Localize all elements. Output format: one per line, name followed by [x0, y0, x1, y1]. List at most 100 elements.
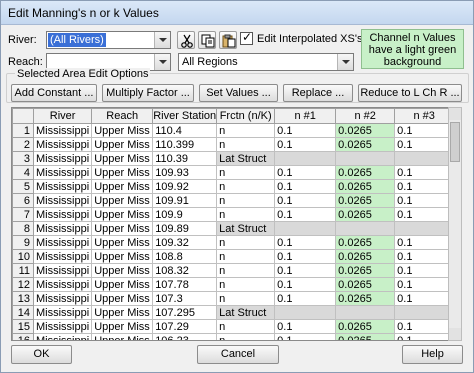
river-station-cell[interactable]: 110.399: [152, 137, 218, 152]
frctn-cell[interactable]: n: [216, 193, 276, 208]
row-number[interactable]: 7: [12, 207, 34, 222]
cut-button[interactable]: [177, 31, 195, 49]
river-station-cell[interactable]: 107.295: [152, 305, 218, 320]
row-number[interactable]: 15: [12, 319, 34, 334]
river-cell[interactable]: Mississippi: [32, 235, 93, 250]
scroll-thumb[interactable]: [450, 122, 460, 162]
n3-cell[interactable]: 0.1: [394, 249, 455, 264]
row-number[interactable]: 16: [12, 333, 34, 340]
row-number[interactable]: 2: [12, 137, 34, 152]
n1-cell[interactable]: 0.1: [274, 291, 337, 306]
set-values-button[interactable]: Set Values ...: [199, 84, 278, 102]
river-cell[interactable]: Mississippi: [32, 221, 93, 236]
n3-cell[interactable]: [394, 151, 455, 166]
river-cell[interactable]: Mississippi: [32, 333, 93, 340]
table-row[interactable]: 14 Mississippi Upper Miss 107.295 Lat Struct: [12, 305, 455, 320]
n1-cell[interactable]: 0.1: [274, 249, 337, 264]
n3-cell[interactable]: 0.1: [394, 319, 455, 334]
n1-cell[interactable]: [274, 151, 337, 166]
table-row[interactable]: 12 Mississippi Upper Miss 107.78 n 0.1 0.0265 0…: [12, 277, 455, 292]
river-cell[interactable]: Mississippi: [32, 179, 93, 194]
table-row[interactable]: 8 Mississippi Upper Miss 109.89 Lat Struct: [12, 221, 455, 236]
frctn-cell[interactable]: n: [216, 249, 276, 264]
row-number[interactable]: 12: [12, 277, 34, 292]
n3-cell[interactable]: 0.1: [394, 207, 455, 222]
column-header-n2[interactable]: n #2: [335, 108, 396, 124]
row-number[interactable]: 9: [12, 235, 34, 250]
river-station-cell[interactable]: 109.93: [152, 165, 218, 180]
copy-button[interactable]: [198, 31, 216, 49]
reach-cell[interactable]: Upper Miss: [91, 193, 154, 208]
multiply-factor-button[interactable]: Multiply Factor ...: [102, 84, 194, 102]
n1-cell[interactable]: 0.1: [274, 277, 337, 292]
chevron-down-icon[interactable]: [154, 54, 170, 70]
river-cell[interactable]: Mississippi: [32, 305, 93, 320]
n2-cell[interactable]: 0.0265: [335, 277, 396, 292]
table-row[interactable]: 7 Mississippi Upper Miss 109.9 n 0.1 0.0265 0.1: [12, 207, 455, 222]
reach-cell[interactable]: Upper Miss: [91, 305, 154, 320]
river-cell[interactable]: Mississippi: [32, 249, 93, 264]
chevron-down-icon[interactable]: [154, 32, 170, 48]
frctn-cell[interactable]: Lat Struct: [216, 221, 276, 236]
river-cell[interactable]: Mississippi: [32, 123, 93, 138]
n3-cell[interactable]: 0.1: [394, 165, 455, 180]
row-number[interactable]: 3: [12, 151, 34, 166]
cancel-button[interactable]: Cancel: [197, 345, 279, 364]
river-station-cell[interactable]: 108.8: [152, 249, 218, 264]
frctn-cell[interactable]: n: [216, 123, 276, 138]
n1-cell[interactable]: 0.1: [274, 207, 337, 222]
n2-cell[interactable]: 0.0265: [335, 249, 396, 264]
frctn-cell[interactable]: n: [216, 263, 276, 278]
scroll-up-arrow[interactable]: [449, 108, 461, 120]
n2-cell[interactable]: 0.0265: [335, 333, 396, 340]
river-cell[interactable]: Mississippi: [32, 193, 93, 208]
row-number[interactable]: 4: [12, 165, 34, 180]
paste-button[interactable]: [219, 31, 237, 49]
n3-cell[interactable]: [394, 221, 455, 236]
n2-cell[interactable]: 0.0265: [335, 165, 396, 180]
n2-cell[interactable]: 0.0265: [335, 123, 396, 138]
reach-cell[interactable]: Upper Miss: [91, 319, 154, 334]
frctn-cell[interactable]: Lat Struct: [216, 305, 276, 320]
table-row[interactable]: 2 Mississippi Upper Miss 110.399 n 0.1 0.0265 0…: [12, 137, 455, 152]
reach-cell[interactable]: Upper Miss: [91, 137, 154, 152]
river-station-cell[interactable]: 109.91: [152, 193, 218, 208]
ok-button[interactable]: OK: [11, 345, 72, 364]
n2-cell[interactable]: 0.0265: [335, 319, 396, 334]
n2-cell[interactable]: [335, 305, 396, 320]
row-number[interactable]: 5: [12, 179, 34, 194]
river-station-cell[interactable]: 107.3: [152, 291, 218, 306]
row-number[interactable]: 11: [12, 263, 34, 278]
row-number[interactable]: 8: [12, 221, 34, 236]
table-row[interactable]: 3 Mississippi Upper Miss 110.39 Lat Struct: [12, 151, 455, 166]
n1-cell[interactable]: 0.1: [274, 263, 337, 278]
n3-cell[interactable]: 0.1: [394, 179, 455, 194]
frctn-cell[interactable]: n: [216, 207, 276, 222]
table-row[interactable]: 9 Mississippi Upper Miss 109.32 n 0.1 0.0265 0.…: [12, 235, 455, 250]
n1-cell[interactable]: 0.1: [274, 165, 337, 180]
frctn-cell[interactable]: n: [216, 165, 276, 180]
region-select[interactable]: All Regions: [178, 53, 354, 71]
river-station-cell[interactable]: 109.9: [152, 207, 218, 222]
column-header-n1[interactable]: n #1: [274, 108, 337, 124]
river-cell[interactable]: Mississippi: [32, 137, 93, 152]
column-header-reach[interactable]: Reach: [91, 108, 154, 124]
reach-cell[interactable]: Upper Miss: [91, 207, 154, 222]
vertical-scrollbar[interactable]: [448, 107, 462, 341]
edit-interpolated-label[interactable]: Edit Interpolated XS's: [257, 33, 362, 45]
reach-cell[interactable]: Upper Miss: [91, 165, 154, 180]
reach-cell[interactable]: Upper Miss: [91, 123, 154, 138]
n3-cell[interactable]: 0.1: [394, 235, 455, 250]
frctn-cell[interactable]: n: [216, 137, 276, 152]
river-cell[interactable]: Mississippi: [32, 165, 93, 180]
river-station-cell[interactable]: 110.4: [152, 123, 218, 138]
n3-cell[interactable]: 0.1: [394, 137, 455, 152]
row-number[interactable]: 6: [12, 193, 34, 208]
table-row[interactable]: 13 Mississippi Upper Miss 107.3 n 0.1 0.0265 0.…: [12, 291, 455, 306]
column-header-frctn[interactable]: Frctn (n/K): [216, 108, 276, 124]
n3-cell[interactable]: 0.1: [394, 291, 455, 306]
n1-cell[interactable]: 0.1: [274, 333, 337, 340]
river-cell[interactable]: Mississippi: [32, 291, 93, 306]
river-station-cell[interactable]: 106.23: [152, 333, 218, 340]
help-button[interactable]: Help: [402, 345, 463, 364]
